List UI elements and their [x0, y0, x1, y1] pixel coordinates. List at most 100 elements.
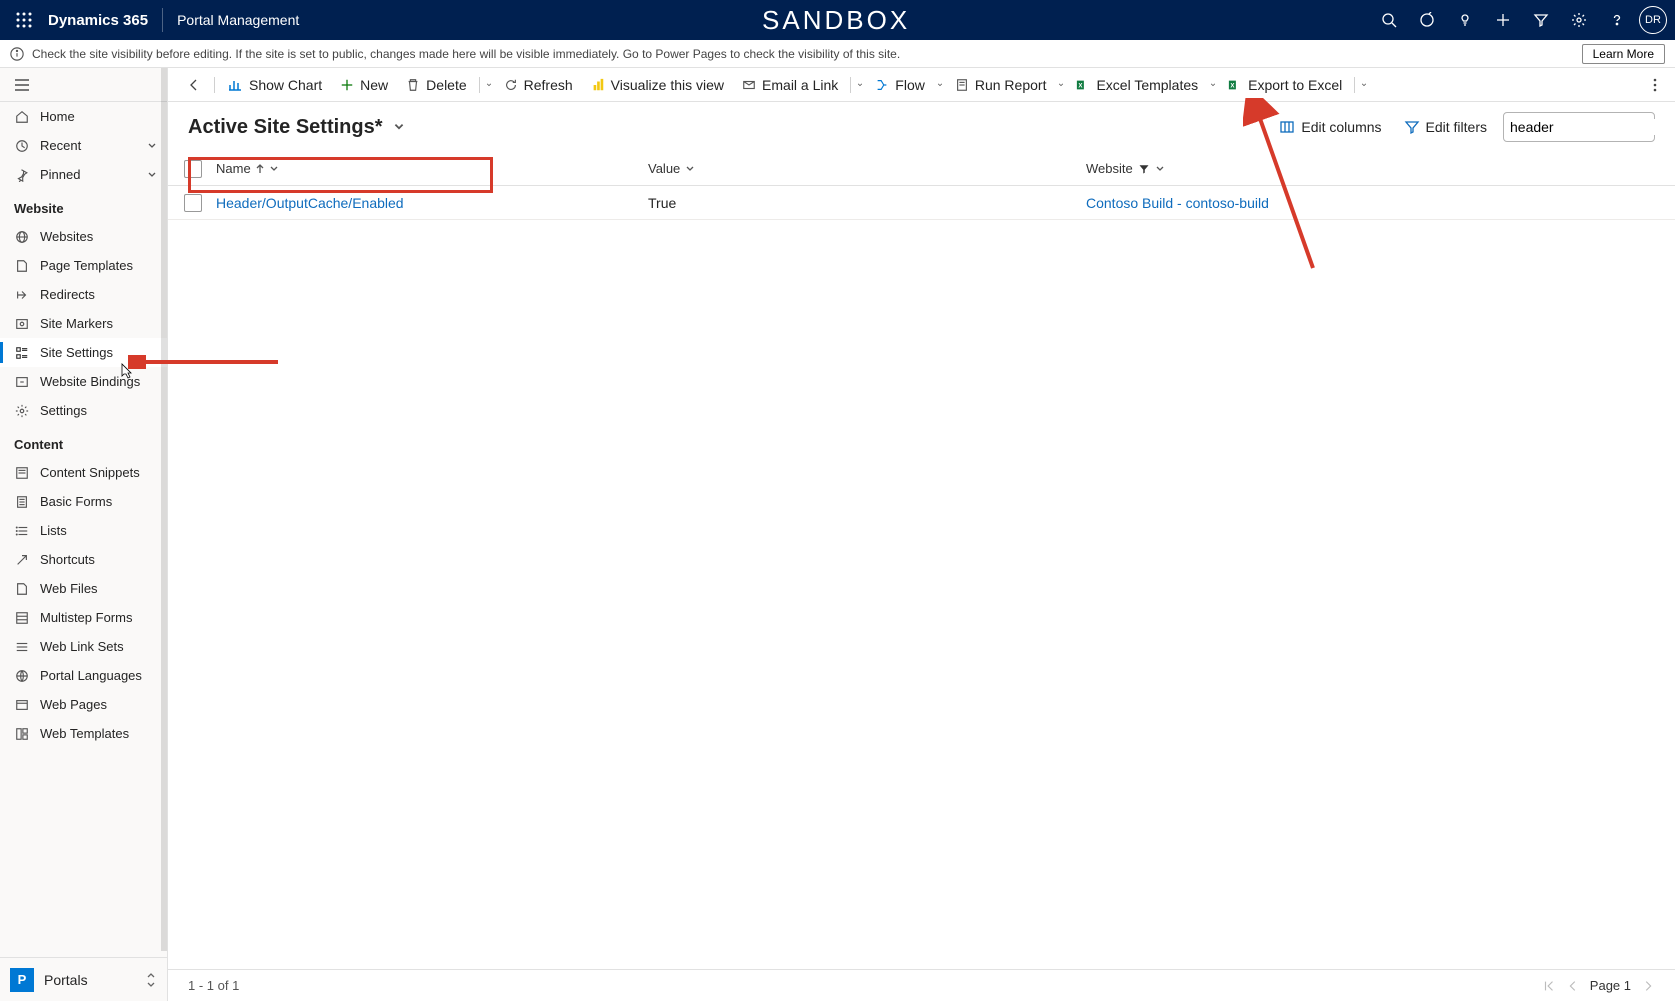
sidebar-item-multistep-forms[interactable]: Multistep Forms [0, 603, 167, 632]
delete-button[interactable]: Delete [398, 73, 474, 97]
cmd-separator [479, 77, 480, 93]
sidebar-item-web-link-sets[interactable]: Web Link Sets [0, 632, 167, 661]
sidebar-item-pinned[interactable]: Pinned [0, 160, 167, 189]
excel-icon: X [1228, 78, 1242, 92]
flow-button[interactable]: Flow [867, 73, 933, 97]
cmd-separator [850, 77, 851, 93]
report-icon [955, 78, 969, 92]
global-header: Dynamics 365 Portal Management SANDBOX D… [0, 0, 1675, 40]
sidebar-item-lists[interactable]: Lists [0, 516, 167, 545]
email-link-button[interactable]: Email a Link [734, 73, 846, 97]
sidebar-area-switcher[interactable]: P Portals [0, 957, 167, 1001]
chevron-down-icon [1155, 164, 1165, 174]
sidebar-item-label: Redirects [40, 287, 95, 302]
help-icon[interactable] [1601, 4, 1633, 36]
sidebar-item-settings[interactable]: Settings [0, 396, 167, 425]
first-page-button[interactable] [1542, 979, 1556, 993]
sidebar-item-basic-forms[interactable]: Basic Forms [0, 487, 167, 516]
app-launcher-icon[interactable] [8, 4, 40, 36]
search-input[interactable] [1510, 119, 1675, 135]
column-header-value[interactable]: Value [648, 161, 1086, 176]
refresh-button[interactable]: Refresh [496, 73, 581, 97]
avatar-initials: DR [1645, 14, 1661, 26]
sidebar-item-web-pages[interactable]: Web Pages [0, 690, 167, 719]
chevron-down-icon [147, 141, 157, 151]
sidebar-item-label: Page Templates [40, 258, 133, 273]
gear-icon[interactable] [1563, 4, 1595, 36]
sidebar-item-shortcuts[interactable]: Shortcuts [0, 545, 167, 574]
command-bar: Show Chart New Delete Refresh Visualize … [168, 68, 1675, 102]
report-chevron[interactable] [1056, 76, 1066, 94]
area-badge: P [10, 968, 34, 992]
excel-icon: X [1076, 78, 1090, 92]
sidebar-item-label: Web Templates [40, 726, 129, 741]
column-header-name[interactable]: Name [208, 161, 648, 176]
sidebar-item-label: Settings [40, 403, 87, 418]
sidebar-toggle-button[interactable] [0, 68, 167, 102]
overflow-menu-button[interactable] [1645, 73, 1665, 97]
linkset-icon [14, 639, 30, 655]
edit-columns-button[interactable]: Edit columns [1273, 115, 1387, 139]
brand-title[interactable]: Dynamics 365 [48, 12, 148, 29]
back-button[interactable] [178, 73, 210, 97]
sidebar-item-recent[interactable]: Recent [0, 131, 167, 160]
avatar[interactable]: DR [1639, 6, 1667, 34]
edit-filters-button[interactable]: Edit filters [1398, 115, 1493, 139]
quickfind-search[interactable]: × [1503, 112, 1655, 142]
excel-templates-chevron[interactable] [1208, 76, 1218, 94]
add-icon[interactable] [1487, 4, 1519, 36]
sidebar-item-portal-languages[interactable]: Portal Languages [0, 661, 167, 690]
info-bar: Check the site visibility before editing… [0, 40, 1675, 68]
sidebar-item-web-files[interactable]: Web Files [0, 574, 167, 603]
link-icon [14, 374, 30, 390]
prev-page-button[interactable] [1566, 979, 1580, 993]
view-dropdown-chevron[interactable] [393, 121, 405, 133]
excel-templates-button[interactable]: XExcel Templates [1068, 73, 1206, 97]
sidebar-scrollbar[interactable] [161, 68, 167, 951]
cmd-separator [1354, 77, 1355, 93]
show-chart-button[interactable]: Show Chart [219, 73, 330, 97]
visualize-button[interactable]: Visualize this view [583, 73, 732, 97]
sidebar-item-content-snippets[interactable]: Content Snippets [0, 458, 167, 487]
trash-icon [406, 78, 420, 92]
filter-icon [1404, 119, 1420, 135]
row-website-link[interactable]: Contoso Build - contoso-build [1086, 195, 1269, 211]
sidebar-item-site-settings[interactable]: Site Settings [0, 338, 167, 367]
view-title[interactable]: Active Site Settings* [188, 116, 383, 139]
filter-icon[interactable] [1525, 4, 1557, 36]
sidebar-item-home[interactable]: Home [0, 102, 167, 131]
sidebar-item-web-templates[interactable]: Web Templates [0, 719, 167, 748]
sidebar-item-site-markers[interactable]: Site Markers [0, 309, 167, 338]
sidebar-item-redirects[interactable]: Redirects [0, 280, 167, 309]
select-all-checkbox[interactable] [184, 160, 202, 178]
sidebar-item-page-templates[interactable]: Page Templates [0, 251, 167, 280]
globe-icon [14, 229, 30, 245]
sidebar-item-website-bindings[interactable]: Website Bindings [0, 367, 167, 396]
export-excel-chevron[interactable] [1359, 76, 1369, 94]
snippet-icon [14, 465, 30, 481]
app-name[interactable]: Portal Management [177, 12, 299, 28]
flow-icon [875, 78, 889, 92]
table-row[interactable]: Header/OutputCache/Enabled True Contoso … [168, 186, 1675, 220]
new-button[interactable]: New [332, 73, 396, 97]
assistant-icon[interactable] [1411, 4, 1443, 36]
run-report-button[interactable]: Run Report [947, 73, 1055, 97]
sidebar-item-label: Home [40, 109, 75, 124]
view-header: Active Site Settings* Edit columns Edit … [168, 102, 1675, 152]
cmd-separator [214, 77, 215, 93]
column-header-website[interactable]: Website [1086, 161, 1665, 176]
sidebar-group-website: Website [0, 189, 167, 222]
search-icon[interactable] [1373, 4, 1405, 36]
row-name-link[interactable]: Header/OutputCache/Enabled [216, 195, 404, 211]
lightbulb-icon[interactable] [1449, 4, 1481, 36]
learn-more-button[interactable]: Learn More [1582, 44, 1665, 64]
next-page-button[interactable] [1641, 979, 1655, 993]
sidebar: Home Recent Pinned Website Websites Page… [0, 68, 168, 1001]
flow-chevron[interactable] [935, 76, 945, 94]
chevron-down-icon [685, 164, 695, 174]
export-excel-button[interactable]: XExport to Excel [1220, 73, 1350, 97]
email-chevron[interactable] [855, 76, 865, 94]
sidebar-item-websites[interactable]: Websites [0, 222, 167, 251]
delete-chevron[interactable] [484, 76, 494, 94]
row-checkbox[interactable] [184, 194, 202, 212]
